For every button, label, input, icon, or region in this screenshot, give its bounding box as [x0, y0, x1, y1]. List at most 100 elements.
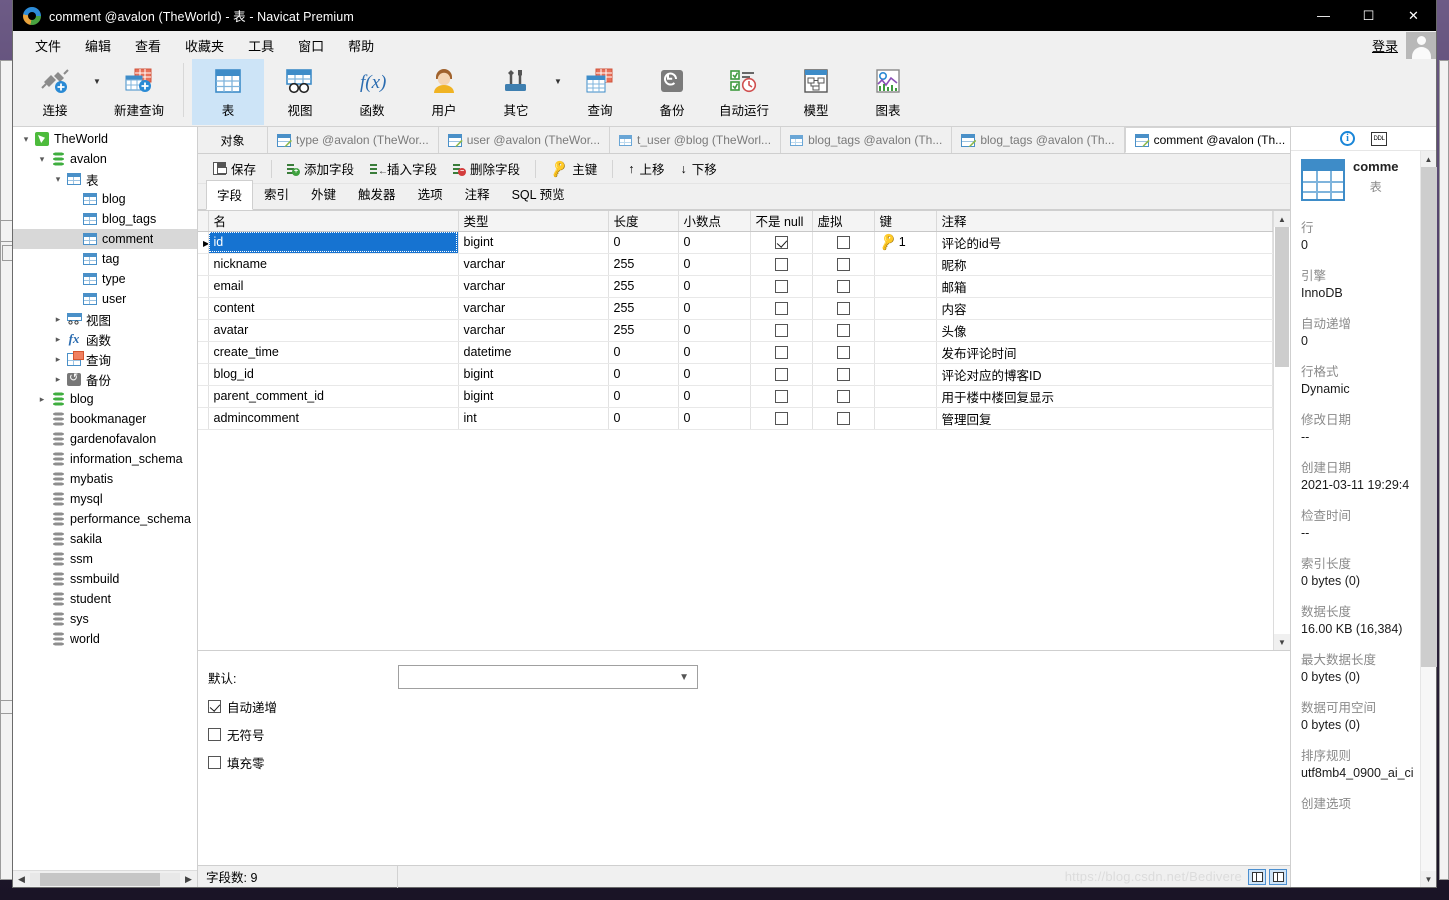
cell-field-key[interactable] — [874, 385, 937, 408]
cell-field-key[interactable]: 🔑 1 — [874, 231, 937, 254]
cell-field-comment[interactable]: 昵称 — [936, 253, 1273, 276]
primary-key-button[interactable]: 🔑 主键 — [544, 156, 604, 181]
cell-field-comment[interactable]: 管理回复 — [936, 407, 1273, 430]
login-link[interactable]: 登录 — [1372, 36, 1406, 55]
notnull-checkbox[interactable] — [774, 368, 788, 382]
table-row[interactable]: parent_comment_id bigint 0 0 用于楼中楼回复显示 — [198, 385, 1273, 408]
cell-field-comment[interactable]: 评论的id号 — [936, 231, 1273, 254]
cell-field-notnull[interactable] — [750, 231, 813, 254]
cell-field-notnull[interactable] — [750, 341, 813, 364]
cell-field-virtual[interactable] — [812, 253, 875, 276]
move-up-button[interactable]: ↑ 上移 — [621, 156, 671, 181]
ribbon-user[interactable]: 用户 — [408, 59, 480, 125]
scroll-down-icon[interactable]: ▼ — [1274, 634, 1290, 650]
cell-field-virtual[interactable] — [812, 231, 875, 254]
menu-tools[interactable]: 工具 — [236, 33, 286, 58]
cell-field-virtual[interactable] — [812, 363, 875, 386]
cell-field-name[interactable]: id — [208, 231, 459, 254]
cell-field-comment[interactable]: 头像 — [936, 319, 1273, 342]
notnull-checkbox[interactable] — [774, 346, 788, 360]
notnull-checkbox[interactable] — [774, 390, 788, 404]
property-checkbox-填充零[interactable]: 填充零 — [208, 753, 1290, 772]
grid-column-虚拟[interactable]: 虚拟 — [812, 211, 875, 232]
checkbox-box[interactable] — [208, 728, 221, 741]
chevron-down-icon[interactable]: ▼ — [91, 59, 103, 125]
designer-tab-字段[interactable]: 字段 — [206, 180, 254, 210]
cell-field-length[interactable]: 255 — [608, 275, 679, 298]
object-tab-4[interactable]: blog_tags @avalon (Th... — [952, 127, 1125, 153]
minimize-button[interactable]: — — [1301, 0, 1346, 31]
cell-field-name[interactable]: avatar — [208, 319, 459, 342]
notnull-checkbox[interactable] — [774, 412, 788, 426]
maximize-button[interactable]: ☐ — [1346, 0, 1391, 31]
cell-field-virtual[interactable] — [812, 407, 875, 430]
cell-field-notnull[interactable] — [750, 407, 813, 430]
cell-field-name[interactable]: content — [208, 297, 459, 320]
object-tab-5[interactable]: comment @avalon (Th... — [1124, 127, 1290, 153]
object-tab-0[interactable]: type @avalon (TheWor... — [268, 127, 439, 153]
ribbon-new-query[interactable]: 新建查询 — [103, 59, 175, 125]
ribbon-automation[interactable]: 自动运行 — [708, 59, 780, 125]
cell-field-key[interactable] — [874, 341, 937, 364]
menu-file[interactable]: 文件 — [23, 33, 73, 58]
cell-field-decimals[interactable]: 0 — [678, 363, 751, 386]
cell-field-length[interactable]: 0 — [608, 407, 679, 430]
table-row[interactable]: email varchar 255 0 邮箱 — [198, 275, 1273, 298]
cell-field-type[interactable]: varchar — [458, 275, 609, 298]
cell-field-notnull[interactable] — [750, 385, 813, 408]
ribbon-function[interactable]: f(x) 函数 — [336, 59, 408, 125]
ribbon-view[interactable]: 视图 — [264, 59, 336, 125]
tree-twisty-icon[interactable]: ▸ — [35, 394, 49, 405]
menu-window[interactable]: 窗口 — [286, 33, 336, 58]
ribbon-query[interactable]: 查询 — [564, 59, 636, 125]
tree-scroll-thumb[interactable] — [40, 872, 160, 886]
grid-column-注释[interactable]: 注释 — [936, 211, 1273, 232]
cell-field-type[interactable]: varchar — [458, 253, 609, 276]
notnull-checkbox[interactable] — [774, 324, 788, 338]
scroll-right-icon[interactable]: ▶ — [180, 874, 197, 885]
ddl-icon-panel[interactable]: DDL — [1371, 131, 1387, 146]
tree-item-bookmanager[interactable]: bookmanager — [13, 409, 197, 429]
cell-field-notnull[interactable] — [750, 275, 813, 298]
tree-item-theworld[interactable]: ▾ TheWorld — [13, 129, 197, 149]
cell-field-name[interactable]: admincomment — [208, 407, 459, 430]
notnull-checkbox[interactable] — [774, 302, 788, 316]
tree-item-mysql[interactable]: mysql — [13, 489, 197, 509]
chevron-down-icon-other[interactable]: ▼ — [552, 59, 564, 125]
move-down-button[interactable]: ↓ 下移 — [674, 156, 724, 181]
cell-field-name[interactable]: email — [208, 275, 459, 298]
grid-scroll-track[interactable] — [1274, 227, 1290, 634]
grid-scroll-thumb[interactable] — [1275, 227, 1289, 367]
ribbon-table[interactable]: 表 — [192, 59, 264, 125]
cell-field-virtual[interactable] — [812, 275, 875, 298]
cell-field-length[interactable]: 255 — [608, 297, 679, 320]
tree-item-blog[interactable]: blog — [13, 189, 197, 209]
notnull-checkbox[interactable] — [774, 258, 788, 272]
grid-column-类型[interactable]: 类型 — [458, 211, 609, 232]
info-scroll-track[interactable] — [1421, 167, 1437, 871]
tree-twisty-icon[interactable]: ▸ — [51, 354, 65, 365]
cell-field-type[interactable]: varchar — [458, 319, 609, 342]
cell-field-virtual[interactable] — [812, 385, 875, 408]
cell-field-comment[interactable]: 评论对应的博客ID — [936, 363, 1273, 386]
info-scroll-thumb[interactable] — [1421, 167, 1437, 667]
virtual-checkbox[interactable] — [836, 390, 850, 404]
cell-field-notnull[interactable] — [750, 253, 813, 276]
cell-field-key[interactable] — [874, 319, 937, 342]
cell-field-notnull[interactable] — [750, 319, 813, 342]
designer-tab-索引[interactable]: 索引 — [253, 179, 300, 209]
scroll-left-icon[interactable]: ◀ — [13, 874, 30, 885]
delete-field-button[interactable]: − 删除字段 — [446, 156, 527, 181]
grid-view-button[interactable] — [1248, 868, 1266, 885]
object-tab-3[interactable]: blog_tags @avalon (Th... — [781, 127, 953, 153]
tree-scroll-track[interactable] — [30, 872, 180, 886]
notnull-checkbox[interactable] — [774, 236, 788, 250]
designer-tab-SQL 预览[interactable]: SQL 预览 — [501, 179, 576, 209]
cell-field-comment[interactable]: 内容 — [936, 297, 1273, 320]
cell-field-comment[interactable]: 邮箱 — [936, 275, 1273, 298]
cell-field-key[interactable] — [874, 363, 937, 386]
cell-field-length[interactable]: 0 — [608, 363, 679, 386]
database-tree[interactable]: ▾ TheWorld ▾ avalon ▾ 表 blog blog_tags comment ta… — [13, 127, 197, 870]
field-grid[interactable]: 名类型长度小数点不是 null虚拟键注释 idbigint00🔑1评论的id号n… — [198, 211, 1273, 650]
object-tab-2[interactable]: t_user @blog (TheWorl... — [610, 127, 782, 153]
